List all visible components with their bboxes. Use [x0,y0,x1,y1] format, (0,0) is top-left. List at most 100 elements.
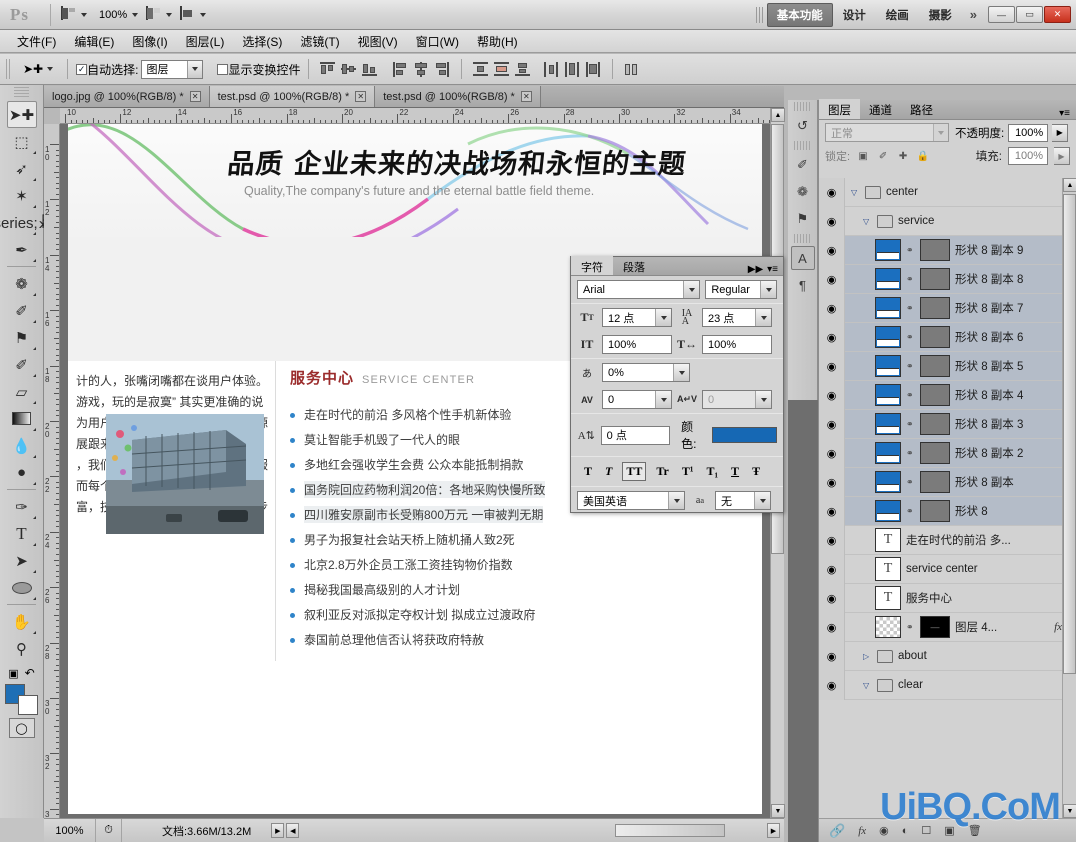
vector-mask-thumbnail[interactable] [920,442,950,464]
underline-button[interactable]: T [728,463,742,480]
menu-layer[interactable]: 图层(L) [177,30,234,53]
quick-mask-button[interactable]: ◯ [8,718,35,738]
status-zoom-field[interactable]: 100% [44,819,96,842]
layer-thumbnail[interactable] [875,384,901,406]
new-layer-icon[interactable]: ▣ [944,824,954,837]
layer-row[interactable]: ◉⚭—图层 4...fx▼ [819,612,1076,642]
collapse-group-icon[interactable]: ▽ [863,681,872,690]
layer-visibility-icon[interactable]: ◉ [819,409,845,439]
vector-mask-thumbnail[interactable] [920,326,950,348]
menu-filter[interactable]: 滤镜(T) [291,30,348,53]
vector-mask-thumbnail[interactable] [920,239,950,261]
vertical-scale-field[interactable]: 100% [602,335,672,354]
link-icon[interactable]: ⚭ [906,622,915,633]
list-item[interactable]: 四川雅安原副市长受贿800万元 一审被判无期 [290,506,610,531]
scroll-up-icon[interactable]: ▲ [1063,178,1076,192]
layer-visibility-icon[interactable]: ◉ [819,235,845,265]
vector-mask-thumbnail[interactable] [920,384,950,406]
baseline-shift-field[interactable]: 0 点 [600,425,671,445]
layer-thumbnail[interactable] [875,326,901,348]
vector-mask-thumbnail[interactable] [920,413,950,435]
layers-scrollbar[interactable]: ▲ ▼ [1062,178,1076,818]
status-expand-icon[interactable]: ▶ [271,823,285,838]
screen-mode-button[interactable] [176,4,210,26]
kerning-field[interactable]: 0 [702,390,772,409]
distribute-vertical-centers-icon[interactable] [493,61,510,77]
vector-mask-thumbnail[interactable] [920,355,950,377]
panel-menu-icon[interactable]: ▾≡ [1059,108,1076,119]
history-icon[interactable]: ↺ [791,114,815,138]
menu-window[interactable]: 窗口(W) [407,30,468,53]
fx-icon[interactable]: fx [1054,621,1062,633]
clone-source-icon[interactable]: ⚑ [791,207,815,231]
layer-visibility-icon[interactable]: ◉ [819,438,845,468]
link-icon[interactable]: ⚭ [906,419,915,430]
vector-mask-thumbnail[interactable] [920,500,950,522]
group-icon[interactable]: ☐ [921,824,931,837]
link-icon[interactable]: ⚭ [906,477,915,488]
leading-field[interactable]: 23 点 [702,308,772,327]
character-panel-icon[interactable]: A [790,246,815,270]
layer-row[interactable]: ◉ ⚭ 形状 8 副本 8 [819,264,1076,294]
fx-icon[interactable]: fx [858,825,866,837]
menu-help[interactable]: 帮助(H) [468,30,527,53]
layer-row[interactable]: ◉ ▽ center [819,178,1076,207]
link-icon[interactable]: ⚭ [906,390,915,401]
menu-image[interactable]: 图像(I) [123,30,176,53]
active-tool-button[interactable]: ➤✚ [17,59,59,79]
layer-row[interactable]: ◉ T 走在时代的前沿 多... [819,525,1076,555]
faux-italic-button[interactable]: T [602,463,615,480]
list-item[interactable]: 揭秘我国最高级别的人才计划 [290,581,610,606]
distribute-bottom-edges-icon[interactable] [514,61,531,77]
workspace-more-icon[interactable]: » [962,7,985,22]
text-layer-thumbnail[interactable]: T [875,586,901,610]
distribute-top-edges-icon[interactable] [472,61,489,77]
layer-row[interactable]: ◉ ⚭ 形状 8 副本 7 [819,293,1076,323]
path-selection-tool[interactable]: ➤ [7,547,37,574]
list-item[interactable]: 男子为报复社会站天桥上随机捅人致2死 [290,531,610,556]
layer-thumbnail[interactable] [875,239,901,261]
layer-row[interactable]: ◉ T 服务中心 [819,583,1076,613]
zoom-tool[interactable]: ⚲ [7,635,37,662]
expand-group-icon[interactable]: ▷ [863,652,872,661]
layer-row[interactable]: ◉ ⚭ 形状 8 副本 5 [819,351,1076,381]
workspace-essentials[interactable]: 基本功能 [766,2,833,27]
eyedropper-tool[interactable]: ✒ [7,236,37,263]
tab-channels[interactable]: 通道 [860,99,901,119]
layer-row[interactable]: ◉ ⚭ 形状 8 副本 [819,467,1076,497]
distribute-horizontal-centers-icon[interactable] [564,61,581,77]
font-family-select[interactable]: Arial [577,280,701,299]
list-item[interactable]: 泰国前总理他信否认将获政府特赦 [290,631,610,656]
options-bar-grip[interactable] [6,59,11,79]
auto-align-layers-icon[interactable] [623,61,640,77]
background-color-swatch[interactable] [17,695,38,715]
font-style-select[interactable]: Regular [705,280,777,299]
workspace-photography[interactable]: 摄影 [919,3,962,27]
layer-visibility-icon[interactable]: ◉ [819,525,845,555]
vertical-ruler[interactable]: 10 12 14 16 18 20 22 24 26 28 30 32 34 [44,124,60,818]
link-icon[interactable]: ⚭ [906,245,915,256]
hand-tool[interactable]: ✋ [7,608,37,635]
layer-thumbnail[interactable] [875,268,901,290]
fill-field[interactable]: 100% [1008,147,1048,165]
close-icon[interactable]: ✕ [520,91,532,102]
scroll-down-icon[interactable]: ▼ [1063,804,1076,818]
layer-row[interactable]: ◉ ⚭ 形状 8 副本 2 [819,438,1076,468]
link-icon[interactable]: ⚭ [906,448,915,459]
pen-tool[interactable]: ✑ [7,493,37,520]
scroll-down-icon[interactable]: ▼ [771,804,785,818]
layer-row[interactable]: ◉ Tservice center [819,554,1076,584]
horizontal-ruler[interactable]: 10 12 14 16 18 20 22 24 26 28 30 32 34 [60,108,770,124]
paragraph-panel-icon[interactable]: ¶ [791,273,815,297]
layer-row[interactable]: ◉ ▽ clear [819,670,1076,700]
move-tool[interactable]: ➤✚ [6,101,37,128]
marquee-tool[interactable]: ⬚ [7,128,37,155]
eraser-tool[interactable]: ▱ [7,378,37,405]
panel-menu-icon[interactable]: ▾≡ [767,264,778,275]
link-icon[interactable]: ⚭ [906,506,915,517]
show-transform-checkbox[interactable] [217,63,229,75]
blur-tool[interactable]: 💧 [7,432,37,459]
align-horizontal-centers-icon[interactable] [413,61,430,77]
layer-row[interactable]: ◉ ⚭ 形状 8 副本 3 [819,409,1076,439]
font-size-field[interactable]: 12 点 [602,308,672,327]
